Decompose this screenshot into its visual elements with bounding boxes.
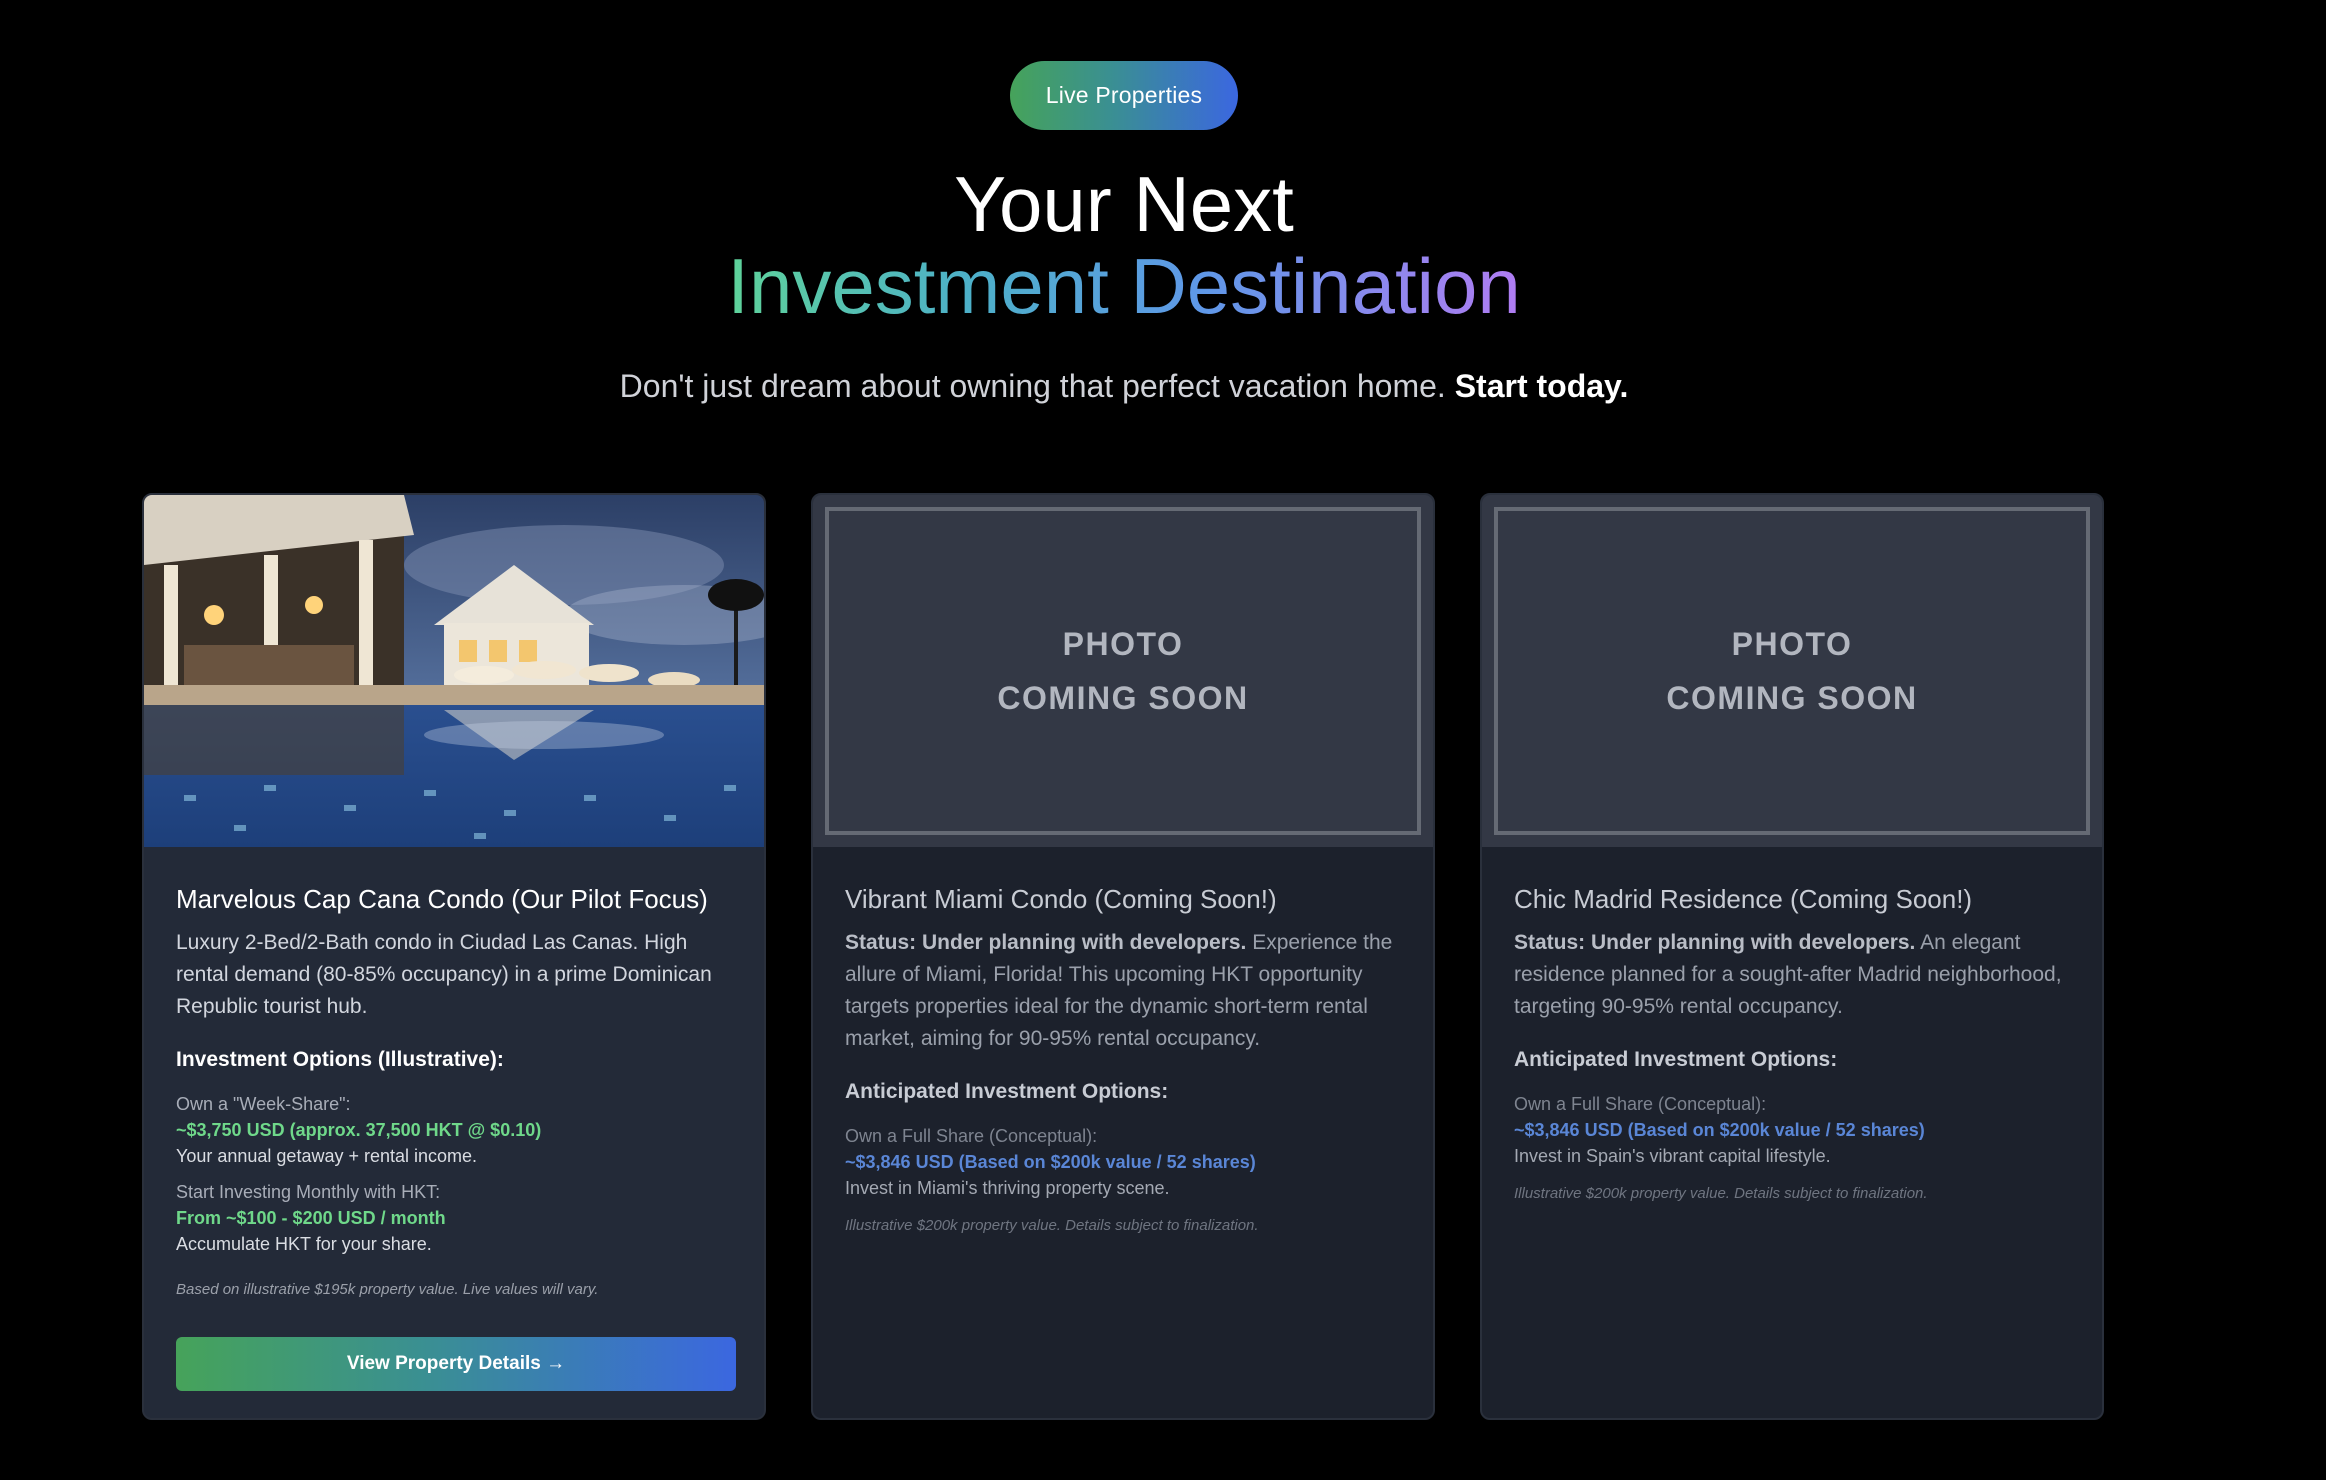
photo-coming-soon-frame: PHOTO COMING SOON (825, 507, 1421, 835)
card-title: Marvelous Cap Cana Condo (Our Pilot Focu… (176, 884, 708, 914)
option-label: Own a Full Share (Conceptual): (845, 1126, 1098, 1146)
page-subtitle: Don't just dream about owning that perfe… (619, 368, 1629, 404)
card-disclaimer: Illustrative $200k property value. Detai… (845, 1217, 1259, 1234)
status-text: Status: Under planning with developers. (1514, 931, 1916, 954)
option-monthly-hkt: Start Investing Monthly with HKT: From ~… (176, 1179, 734, 1257)
option-week-share: Own a "Week-Share": ~$3,750 USD (approx.… (176, 1091, 734, 1169)
view-property-details-button[interactable]: View Property Details → (176, 1337, 736, 1391)
page-title-line1: Your Next (954, 160, 1294, 248)
option-label: Own a "Week-Share": (176, 1094, 351, 1114)
card-description: Luxury 2-Bed/2-Bath condo in Ciudad Las … (176, 931, 712, 1018)
property-card-madrid: PHOTO COMING SOON Chic Madrid Residence … (1480, 493, 2104, 1420)
option-label: Start Investing Monthly with HKT: (176, 1182, 441, 1202)
placeholder-line1: PHOTO (1062, 626, 1184, 662)
property-photo-cap-cana (144, 495, 764, 847)
status-text: Status: Under planning with developers. (845, 931, 1247, 954)
options-heading: Anticipated Investment Options: (1514, 1048, 1838, 1071)
placeholder-line2: COMING SOON (1666, 680, 1918, 716)
card-disclaimer: Illustrative $200k property value. Detai… (1514, 1185, 1928, 1202)
option-note: Your annual getaway + rental income. (176, 1146, 478, 1166)
placeholder-line1: PHOTO (1731, 626, 1853, 662)
option-note: Accumulate HKT for your share. (176, 1234, 432, 1254)
option-price: ~$3,846 USD (Based on $200k value / 52 s… (845, 1152, 1256, 1172)
option-price: From ~$100 - $200 USD / month (176, 1208, 446, 1228)
card-title: Vibrant Miami Condo (Coming Soon!) (845, 884, 1277, 914)
card-title: Chic Madrid Residence (Coming Soon!) (1514, 884, 1973, 914)
page-title-line2: Investment Destination (727, 242, 1521, 330)
option-full-share: Own a Full Share (Conceptual): ~$3,846 U… (845, 1123, 1403, 1201)
options-heading: Investment Options (Illustrative): (176, 1048, 504, 1071)
property-card-miami: PHOTO COMING SOON Vibrant Miami Condo (C… (811, 493, 1435, 1420)
option-label: Own a Full Share (Conceptual): (1514, 1094, 1767, 1114)
option-note: Invest in Spain's vibrant capital lifest… (1514, 1146, 1831, 1166)
options-heading: Anticipated Investment Options: (845, 1080, 1169, 1103)
placeholder-line2: COMING SOON (997, 680, 1249, 716)
card-description: Status: Under planning with developers. … (1514, 931, 2062, 1018)
option-price: ~$3,846 USD (Based on $200k value / 52 s… (1514, 1120, 1925, 1140)
photo-placeholder: PHOTO COMING SOON (813, 495, 1433, 847)
live-properties-badge[interactable]: Live Properties (1010, 61, 1238, 130)
subtitle-emphasis: Start today. (1454, 368, 1629, 404)
photo-coming-soon-frame: PHOTO COMING SOON (1494, 507, 2090, 835)
option-price: ~$3,750 USD (approx. 37,500 HKT @ $0.10) (176, 1120, 542, 1140)
option-full-share: Own a Full Share (Conceptual): ~$3,846 U… (1514, 1091, 2072, 1169)
photo-placeholder: PHOTO COMING SOON (1482, 495, 2102, 847)
card-description: Status: Under planning with developers. … (845, 931, 1393, 1050)
property-card-cap-cana: Marvelous Cap Cana Condo (Our Pilot Focu… (142, 493, 766, 1420)
option-note: Invest in Miami's thriving property scen… (845, 1178, 1170, 1198)
card-disclaimer: Based on illustrative $195k property val… (176, 1281, 599, 1298)
